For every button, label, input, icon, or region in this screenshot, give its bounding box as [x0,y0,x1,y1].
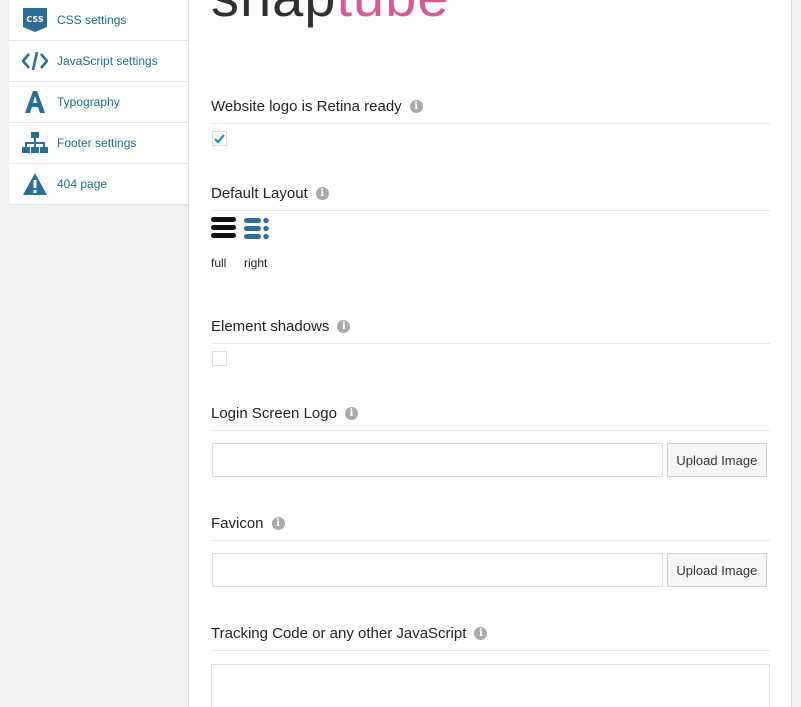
section-title: Login Screen Logo i [211,405,770,431]
sidebar-item-css-settings[interactable]: CSS CSS settings [9,0,188,41]
info-icon[interactable]: i [474,627,488,640]
layout-option-label: right [244,256,268,270]
section-title: Website logo is Retina ready i [211,98,770,124]
favicon-upload-row: Upload Image [212,553,767,587]
section-title-text: Favicon [211,515,264,532]
shadows-checkbox[interactable] [212,351,227,366]
login-logo-upload-button[interactable]: Upload Image [666,443,767,477]
section-title-text: Element shadows [211,318,330,335]
section-title-text: Website logo is Retina ready [211,98,402,115]
section-tracking-code: Tracking Code or any other JavaScript i [211,625,770,707]
login-logo-url-input[interactable] [212,443,663,477]
section-retina: Website logo is Retina ready i [211,98,770,158]
info-icon[interactable]: i [344,407,358,420]
css-icon-text: CSS [26,15,43,24]
layout-option-full[interactable]: full [211,215,244,270]
sidebar-item-404-page[interactable]: 404 page [9,164,188,205]
section-title-text: Tracking Code or any other JavaScript [211,625,467,642]
sidebar-item-label: 404 page [57,177,108,191]
sidebar-item-label: CSS settings [57,13,127,27]
section-title: Default Layout i [211,185,770,211]
css-icon: CSS [21,6,49,34]
sidebar-item-typography[interactable]: Typography [9,82,188,123]
logo-text-tube: tube [336,0,449,28]
section-default-layout: Default Layout i full right [211,185,770,295]
sidebar-item-javascript-settings[interactable]: JavaScript settings [9,41,188,82]
section-favicon: Favicon i Upload Image [211,515,770,595]
layout-option-right[interactable]: right [244,215,277,270]
favicon-upload-button[interactable]: Upload Image [666,553,767,587]
info-icon[interactable]: i [271,517,285,530]
sidebar-item-label: JavaScript settings [57,54,158,68]
section-title: Element shadows i [211,318,770,344]
section-title-text: Default Layout [211,185,308,202]
settings-panel: snaptube Website logo is Retina ready i … [189,0,792,707]
section-login-logo: Login Screen Logo i Upload Image [211,405,770,485]
sidebar-item-label: Footer settings [57,136,137,150]
login-logo-upload-row: Upload Image [212,443,767,477]
typography-icon [21,88,49,116]
info-icon[interactable]: i [337,320,351,333]
logo-text-snap: snap [211,0,336,28]
warning-icon [21,170,49,198]
info-icon[interactable]: i [409,100,423,113]
checkmark-icon [214,133,225,144]
sitemap-icon [21,129,49,157]
section-element-shadows: Element shadows i [211,318,770,378]
code-icon [21,47,49,75]
info-icon[interactable]: i [315,187,329,200]
favicon-url-input[interactable] [212,553,663,587]
sidebar-item-footer-settings[interactable]: Footer settings [9,123,188,164]
full-layout-icon [211,217,236,238]
layout-options: full right [211,215,277,270]
site-logo-preview: snaptube [211,0,449,28]
section-title: Favicon i [211,515,770,541]
section-title-text: Login Screen Logo [211,405,337,422]
settings-sidebar: CSS CSS settings JavaScript settings Typ… [0,0,189,707]
sidebar-item-label: Typography [57,95,120,109]
layout-option-label: full [211,256,227,270]
sidebar-menu: CSS CSS settings JavaScript settings Typ… [9,0,188,205]
retina-checkbox[interactable] [212,131,227,146]
tracking-code-textarea[interactable] [211,664,770,707]
section-title: Tracking Code or any other JavaScript i [211,625,770,651]
right-sidebar-layout-icon [244,217,269,240]
